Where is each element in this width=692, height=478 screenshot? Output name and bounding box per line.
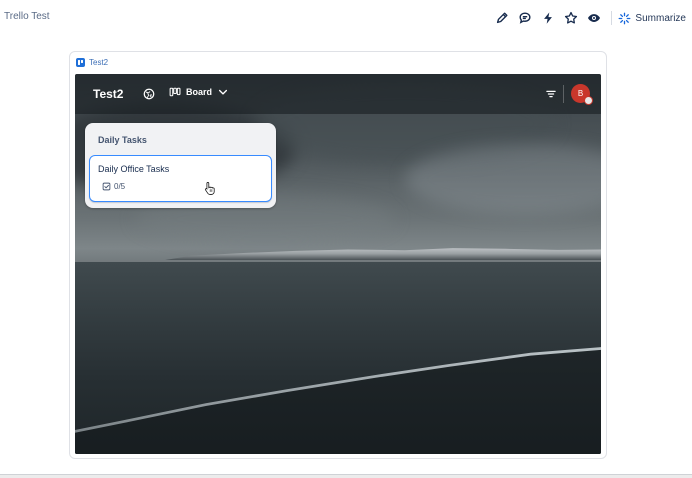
checklist-icon — [102, 182, 111, 191]
card-daily-office-tasks[interactable]: Daily Office Tasks 0/5 — [89, 155, 272, 202]
eye-icon[interactable] — [582, 7, 605, 29]
toolbar-divider — [611, 11, 613, 25]
lightning-icon[interactable] — [536, 7, 559, 29]
checklist-count: 0/5 — [114, 182, 126, 191]
embed-source-label: Test2 — [89, 58, 109, 67]
filter-icon[interactable] — [545, 88, 557, 100]
page-bottom-edge — [0, 474, 692, 478]
globe-icon[interactable] — [143, 88, 155, 100]
card-title: Daily Office Tasks — [98, 164, 170, 174]
ai-sparkle-icon — [618, 12, 631, 24]
board-preview[interactable]: Test2 Board B Daily Tasks Daily Office T… — [75, 74, 601, 454]
summarize-label: Summarize — [635, 12, 686, 24]
board-title[interactable]: Test2 — [93, 87, 123, 101]
chevron-down-icon — [218, 89, 228, 95]
page-toolbar: Summarize — [490, 7, 688, 29]
admin-badge-icon — [584, 96, 593, 105]
trello-embed: Test2 Test2 Board B Daily Tasks Daily Of… — [69, 51, 607, 459]
header-divider — [563, 85, 564, 103]
checklist-badge: 0/5 — [102, 182, 125, 191]
pencil-icon[interactable] — [490, 7, 513, 29]
board-view-icon — [169, 87, 181, 97]
pointer-cursor-icon — [204, 182, 215, 195]
page-title[interactable]: Trello Test — [4, 11, 50, 22]
board-header: Test2 Board B — [75, 74, 601, 114]
view-switcher[interactable]: Board — [169, 86, 229, 98]
list-daily-tasks[interactable]: Daily Tasks Daily Office Tasks 0/5 — [85, 123, 276, 208]
page-header: Trello Test Summarize — [0, 0, 692, 36]
trello-logo-icon — [76, 58, 85, 67]
embed-source[interactable]: Test2 — [76, 58, 108, 67]
summarize-button[interactable]: Summarize — [618, 12, 688, 25]
list-title[interactable]: Daily Tasks — [98, 135, 147, 145]
star-icon[interactable] — [559, 7, 582, 29]
comment-icon[interactable] — [513, 7, 536, 29]
view-label: Board — [186, 87, 213, 97]
